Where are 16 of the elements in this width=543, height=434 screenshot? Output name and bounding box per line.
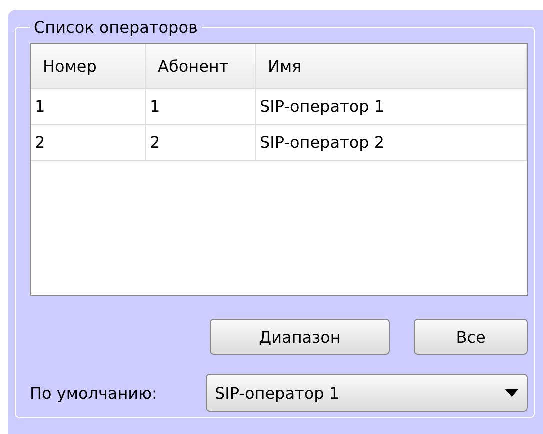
group-title: Список операторов	[33, 18, 199, 37]
table-cell: 1	[146, 89, 256, 125]
caret-icon	[505, 389, 519, 397]
column-header[interactable]: Абонент	[146, 44, 256, 89]
table-cell: 1	[31, 89, 146, 125]
table-cell: SIP-оператор 1	[256, 89, 527, 125]
column-header[interactable]: Номер	[31, 44, 146, 89]
table-cell: 2	[31, 125, 146, 161]
table-cell: 2	[146, 125, 256, 161]
default-label: По умолчанию:	[30, 384, 158, 402]
dropdown-value: SIP-оператор 1	[215, 384, 340, 402]
table-cell: SIP-оператор 2	[256, 125, 527, 161]
range-button[interactable]: Диапазон	[210, 319, 390, 355]
column-header[interactable]: Имя	[256, 44, 527, 89]
all-button[interactable]: Все	[414, 319, 528, 355]
default-dropdown[interactable]: SIP-оператор 1	[206, 374, 528, 412]
